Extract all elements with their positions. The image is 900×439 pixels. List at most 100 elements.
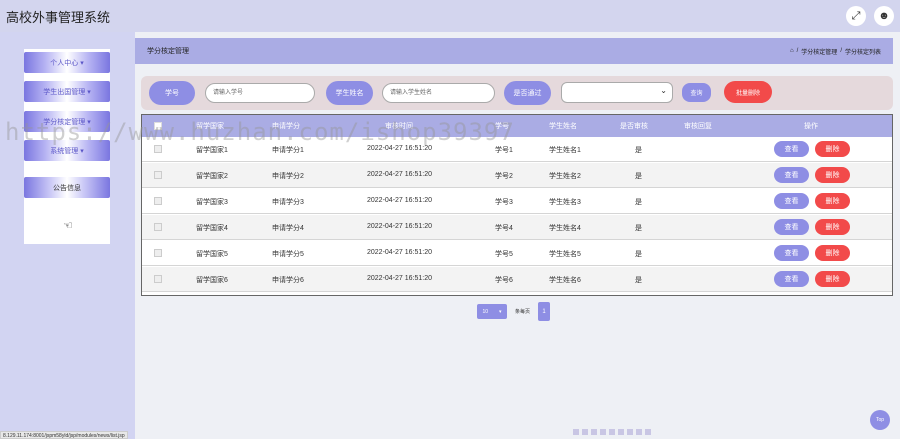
table-row: 留学国家1 申请学分1 2022-04-27 16:51:20 学号1 学生姓名… xyxy=(142,137,892,162)
home-icon[interactable]: ⌂ xyxy=(790,48,794,54)
tray-icon xyxy=(627,429,633,435)
passed-select[interactable]: ⌄ xyxy=(561,82,673,103)
cell-credits: 申请学分6 xyxy=(272,277,304,284)
student-name-input[interactable] xyxy=(382,83,495,103)
view-button[interactable]: 查看 xyxy=(774,141,809,157)
sidebar-item-label: 学分核定管理 xyxy=(43,118,86,126)
student-name-label: 学生姓名 xyxy=(326,81,373,105)
cell-review-time: 2022-04-27 16:51:20 xyxy=(367,275,432,282)
back-to-top-button[interactable]: Top xyxy=(870,410,890,430)
cell-country: 留学国家3 xyxy=(196,199,228,206)
select-all-checkbox[interactable] xyxy=(154,122,162,130)
chevron-down-icon: ▾ xyxy=(80,147,84,155)
chevron-down-icon: ▾ xyxy=(498,308,502,315)
cell-credits: 申请学分1 xyxy=(272,147,304,154)
cell-review-time: 2022-04-27 16:51:20 xyxy=(367,145,432,152)
tray-icon xyxy=(609,429,615,435)
view-button[interactable]: 查看 xyxy=(774,167,809,183)
view-button[interactable]: 查看 xyxy=(774,219,809,235)
sidebar-item-personal-center[interactable]: 个人中心 ▾ xyxy=(24,52,110,73)
status-url: 8.129.11.174:8001/jspm58yld/jsp/modules/… xyxy=(0,431,128,439)
tray-icon xyxy=(618,429,624,435)
row-checkbox[interactable] xyxy=(154,197,162,205)
student-id-input[interactable] xyxy=(205,83,315,103)
top-bar: 高校外事管理系统 ⤢ ☻ xyxy=(0,0,900,32)
cell-student-id: 学号5 xyxy=(495,251,513,258)
app-title: 高校外事管理系统 xyxy=(6,9,111,25)
delete-button[interactable]: 删除 xyxy=(815,219,850,235)
table-row: 留学国家6 申请学分6 2022-04-27 16:51:20 学号6 学生姓名… xyxy=(142,267,892,292)
cell-reviewed: 是 xyxy=(635,199,642,206)
cell-credits: 申请学分3 xyxy=(272,199,304,206)
chevron-down-icon: ▾ xyxy=(87,118,91,126)
cell-reviewed: 是 xyxy=(635,251,642,258)
cell-student-name: 学生姓名3 xyxy=(549,199,581,206)
sidebar-item-system-management[interactable]: 系统管理 ▾ xyxy=(24,140,110,161)
credit-table: 留学国家 申请学分 审核时间 学号 学生姓名 是否审核 审核回复 操作 留学国家… xyxy=(141,114,893,296)
column-header-country: 留学国家 xyxy=(196,123,224,130)
row-checkbox[interactable] xyxy=(154,145,162,153)
row-checkbox[interactable] xyxy=(154,171,162,179)
sidebar-item-credit-approval[interactable]: 学分核定管理 ▾ xyxy=(24,111,110,132)
cell-student-id: 学号4 xyxy=(495,225,513,232)
delete-button[interactable]: 删除 xyxy=(815,193,850,209)
row-checkbox[interactable] xyxy=(154,275,162,283)
cell-review-time: 2022-04-27 16:51:20 xyxy=(367,197,432,204)
tray-icon xyxy=(636,429,642,435)
column-header-actions: 操作 xyxy=(804,123,818,130)
sidebar-item-label: 系统管理 xyxy=(50,147,79,155)
cell-reviewed: 是 xyxy=(635,225,642,232)
page-title: 学分核定管理 xyxy=(147,48,189,55)
sidebar-item-announcements[interactable]: 公告信息 xyxy=(24,177,110,198)
sidebar: 个人中心 ▾ 学生出国管理 ▾ 学分核定管理 ▾ 系统管理 ▾ 公告信息 ☜ xyxy=(0,32,135,439)
delete-button[interactable]: 删除 xyxy=(815,271,850,287)
chevron-down-icon: ▾ xyxy=(87,88,91,96)
tray-icon xyxy=(573,429,579,435)
sidebar-item-label: 学生出国管理 xyxy=(43,88,86,96)
mouse-pointer-icon: ☜ xyxy=(63,220,73,232)
delete-button[interactable]: 删除 xyxy=(815,167,850,183)
cell-student-name: 学生姓名6 xyxy=(549,277,581,284)
breadcrumb-item-credit-approval[interactable]: 学分核定管理 xyxy=(801,47,837,56)
delete-button[interactable]: 删除 xyxy=(815,141,850,157)
fullscreen-icon[interactable]: ⤢ xyxy=(846,6,866,26)
view-button[interactable]: 查看 xyxy=(774,245,809,261)
tray-icon xyxy=(582,429,588,435)
column-header-student-id: 学号 xyxy=(495,123,509,130)
cell-country: 留学国家5 xyxy=(196,251,228,258)
cell-student-name: 学生姓名1 xyxy=(549,147,581,154)
page-size-value: 10 xyxy=(482,308,489,315)
taskbar-tray xyxy=(573,429,651,435)
cell-credits: 申请学分4 xyxy=(272,225,304,232)
cell-student-name: 学生姓名5 xyxy=(549,251,581,258)
delete-button[interactable]: 删除 xyxy=(815,245,850,261)
row-checkbox[interactable] xyxy=(154,223,162,231)
page-size-select[interactable]: 10 ▾ xyxy=(477,304,507,319)
view-button[interactable]: 查看 xyxy=(774,271,809,287)
top-icons: ⤢ ☻ xyxy=(846,6,894,26)
sidebar-item-label: 个人中心 xyxy=(50,59,79,67)
cell-country: 留学国家1 xyxy=(196,147,228,154)
breadcrumb-item-credit-list: 学分核定列表 xyxy=(844,49,881,56)
cell-student-id: 学号1 xyxy=(495,147,513,154)
table-row: 留学国家2 申请学分2 2022-04-27 16:51:20 学号2 学生姓名… xyxy=(142,163,892,188)
cell-student-id: 学号3 xyxy=(495,199,513,206)
user-icon[interactable]: ☻ xyxy=(874,6,894,26)
chevron-down-icon: ⌄ xyxy=(660,86,667,95)
column-header-reviewed: 是否审核 xyxy=(620,123,648,130)
page-number-button[interactable]: 1 xyxy=(538,302,551,321)
view-button[interactable]: 查看 xyxy=(774,193,809,209)
cell-country: 留学国家4 xyxy=(196,225,228,232)
column-header-credits: 申请学分 xyxy=(272,123,300,130)
row-checkbox[interactable] xyxy=(154,249,162,257)
table-header: 留学国家 申请学分 审核时间 学号 学生姓名 是否审核 审核回复 操作 xyxy=(142,115,892,137)
batch-delete-button[interactable]: 批量删除 xyxy=(724,81,772,103)
sidebar-item-study-abroad[interactable]: 学生出国管理 ▾ xyxy=(24,81,110,102)
cell-country: 留学国家6 xyxy=(196,277,228,284)
pagination: 10 ▾ 条每页 1 xyxy=(477,302,551,321)
page-header: 学分核定管理 ⌂ / 学分核定管理 / 学分核定列表 xyxy=(135,38,893,64)
cell-reviewed: 是 xyxy=(635,147,642,154)
chevron-down-icon: ▾ xyxy=(80,59,84,67)
query-button[interactable]: 查询 xyxy=(682,83,711,102)
student-id-label: 学号 xyxy=(149,81,195,105)
